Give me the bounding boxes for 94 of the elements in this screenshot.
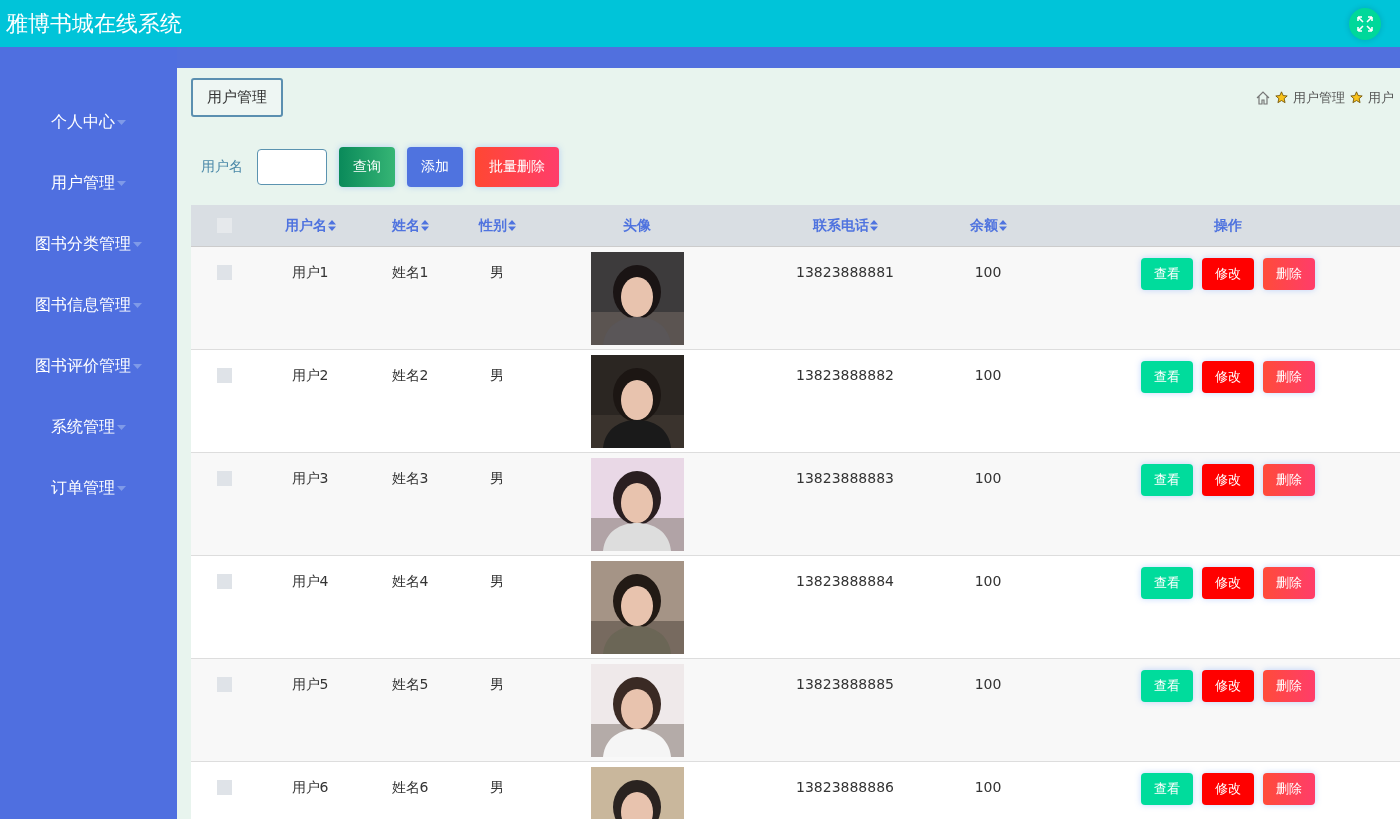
sort-icon[interactable] xyxy=(998,220,1007,231)
breadcrumb-link[interactable]: 用户管理 xyxy=(1293,88,1345,107)
table-cell: 100 xyxy=(974,264,1002,280)
table-cell: 13823888881 xyxy=(796,264,894,280)
table-cell: 100 xyxy=(974,470,1002,486)
row-checkbox[interactable] xyxy=(217,368,232,383)
table-cell: 姓名4 xyxy=(391,573,429,591)
sort-icon[interactable] xyxy=(420,220,429,231)
search-button[interactable]: 查询 xyxy=(339,147,395,187)
fullscreen-icon xyxy=(1356,14,1374,33)
table-cell: 100 xyxy=(974,573,1002,589)
caret-icon xyxy=(117,120,126,125)
delete-button[interactable]: 删除 xyxy=(1262,464,1315,496)
table-cell: 100 xyxy=(974,779,1002,795)
edit-button[interactable]: 修改 xyxy=(1201,361,1254,393)
sidebar-item[interactable]: 图书分类管理 xyxy=(0,214,177,275)
delete-button[interactable]: 删除 xyxy=(1262,670,1315,702)
table-cell: 13823888882 xyxy=(796,367,894,383)
table-cell: 男 xyxy=(490,470,504,488)
edit-button[interactable]: 修改 xyxy=(1201,773,1254,805)
row-checkbox[interactable] xyxy=(217,574,232,589)
fullscreen-button[interactable] xyxy=(1349,7,1381,40)
table-cell: 用户6 xyxy=(291,779,329,797)
delete-button[interactable]: 删除 xyxy=(1262,361,1315,393)
column-header[interactable]: 性别 xyxy=(478,216,516,235)
sidebar-item[interactable]: 订单管理 xyxy=(0,458,177,519)
edit-button[interactable]: 修改 xyxy=(1201,670,1254,702)
delete-button[interactable]: 删除 xyxy=(1262,258,1315,290)
table-cell: 13823888886 xyxy=(796,779,894,795)
table-cell: 姓名3 xyxy=(391,470,429,488)
edit-button[interactable]: 修改 xyxy=(1201,567,1254,599)
row-checkbox[interactable] xyxy=(217,780,232,795)
star-icon xyxy=(1275,91,1288,104)
caret-icon xyxy=(133,242,142,247)
column-header[interactable]: 姓名 xyxy=(391,216,429,235)
table-cell: 13823888883 xyxy=(796,470,894,486)
table-cell: 13823888884 xyxy=(796,573,894,589)
table-cell: 100 xyxy=(974,367,1002,383)
sidebar-item[interactable]: 系统管理 xyxy=(0,397,177,458)
view-button[interactable]: 查看 xyxy=(1140,773,1193,805)
table-cell: 用户4 xyxy=(291,573,329,591)
sidebar-item[interactable]: 用户管理 xyxy=(0,153,177,214)
app-title: 雅博书城在线系统 xyxy=(6,9,182,38)
view-button[interactable]: 查看 xyxy=(1140,567,1193,599)
batch-delete-button[interactable]: 批量删除 xyxy=(475,147,559,187)
sort-icon[interactable] xyxy=(507,220,516,231)
username-input[interactable] xyxy=(257,149,327,185)
delete-button[interactable]: 删除 xyxy=(1262,567,1315,599)
table-cell: 男 xyxy=(490,573,504,591)
table-cell: 男 xyxy=(490,367,504,385)
caret-icon xyxy=(117,425,126,430)
view-button[interactable]: 查看 xyxy=(1140,670,1193,702)
sidebar-item[interactable]: 图书评价管理 xyxy=(0,336,177,397)
table-cell: 用户3 xyxy=(291,470,329,488)
caret-icon xyxy=(117,486,126,491)
view-button[interactable]: 查看 xyxy=(1140,258,1193,290)
table-cell: 男 xyxy=(490,779,504,797)
row-checkbox[interactable] xyxy=(217,265,232,280)
table-cell: 男 xyxy=(490,676,504,694)
table-cell: 13823888885 xyxy=(796,676,894,692)
page-title: 用户管理 xyxy=(191,78,283,117)
view-button[interactable]: 查看 xyxy=(1140,464,1193,496)
table-cell: 姓名2 xyxy=(391,367,429,385)
column-header: 操作 xyxy=(1213,216,1242,235)
caret-icon xyxy=(133,364,142,369)
row-checkbox[interactable] xyxy=(217,677,232,692)
sort-icon[interactable] xyxy=(327,220,336,231)
row-checkbox[interactable] xyxy=(217,471,232,486)
sort-icon[interactable] xyxy=(869,220,878,231)
caret-icon xyxy=(133,303,142,308)
caret-icon xyxy=(117,181,126,186)
column-header[interactable]: 余额 xyxy=(969,216,1007,235)
table-cell: 姓名6 xyxy=(391,779,429,797)
home-icon[interactable] xyxy=(1256,90,1270,105)
table-cell: 男 xyxy=(490,264,504,282)
edit-button[interactable]: 修改 xyxy=(1201,464,1254,496)
column-header: 头像 xyxy=(623,216,651,235)
table-cell: 用户2 xyxy=(291,367,329,385)
view-button[interactable]: 查看 xyxy=(1140,361,1193,393)
breadcrumb-link[interactable]: 用户 xyxy=(1368,88,1394,107)
edit-button[interactable]: 修改 xyxy=(1201,258,1254,290)
table-cell: 用户1 xyxy=(291,264,329,282)
table-cell: 100 xyxy=(974,676,1002,692)
star-icon xyxy=(1350,91,1363,104)
sidebar-item[interactable]: 个人中心 xyxy=(0,92,177,153)
table-cell: 姓名5 xyxy=(391,676,429,694)
column-header[interactable]: 联系电话 xyxy=(812,216,878,235)
sidebar-item[interactable]: 图书信息管理 xyxy=(0,275,177,336)
delete-button[interactable]: 删除 xyxy=(1262,773,1315,805)
table-cell: 姓名1 xyxy=(391,264,429,282)
column-header[interactable]: 用户名 xyxy=(284,216,336,235)
add-button[interactable]: 添加 xyxy=(407,147,463,187)
field-label: 用户名 xyxy=(201,158,243,176)
table-cell: 用户5 xyxy=(291,676,329,694)
